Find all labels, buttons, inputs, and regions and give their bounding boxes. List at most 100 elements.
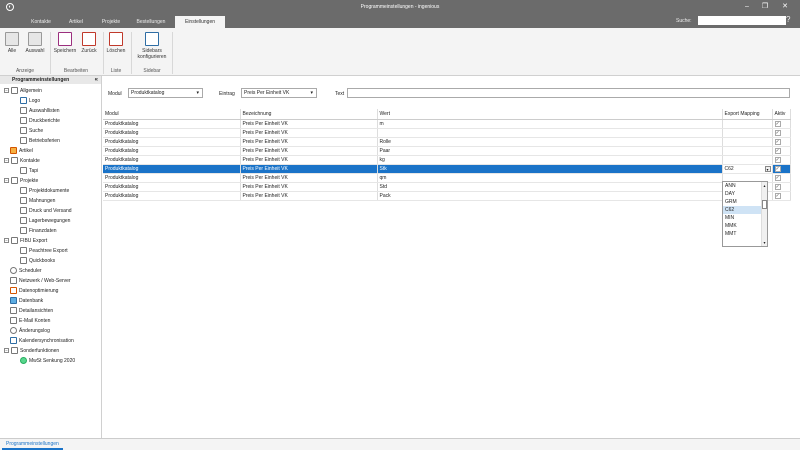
alle-button[interactable]: Alle	[4, 32, 20, 54]
sidebar-item-detailansichten[interactable]: Detailansichten	[10, 306, 53, 316]
sidebar-item-email-konten[interactable]: E-Mail Konten	[10, 316, 50, 326]
aktiv-checkbox[interactable]: ✓	[774, 138, 781, 145]
maximize-icon[interactable]: ❐	[760, 3, 770, 11]
column-header-bezeichnung[interactable]: Bezeichnung	[240, 109, 378, 120]
export-mapping-editor[interactable]: C62 ▾	[722, 164, 773, 174]
eintrag-label: Eintrag	[219, 91, 235, 97]
table-row[interactable]: Produktkatalog Preis Per Einheit VK Pack ✓	[103, 191, 791, 201]
sidebar-item-druckberichte[interactable]: Druckberichte	[20, 116, 60, 126]
tab-einstellungen[interactable]: Einstellungen	[175, 16, 225, 28]
sidebar-item-kontakte[interactable]: − Kontakte	[4, 156, 40, 166]
sidebar-item-druck-und-versand[interactable]: Druck und Versand	[20, 206, 72, 216]
sidebar-header: Programmeinstellungen «	[0, 76, 101, 84]
collapse-node-icon[interactable]: −	[4, 178, 9, 184]
sidebar-item-fibu-export[interactable]: − FIBU Export	[4, 236, 47, 246]
sidebar-item-datenoptimierung[interactable]: Datenoptimierung	[10, 286, 58, 296]
table-row[interactable]: Produktkatalog Preis Per Einheit VK Rolle ✓	[103, 137, 791, 147]
sidebar-item-datenbank[interactable]: Datenbank	[10, 296, 43, 306]
sidebar-item-scheduler[interactable]: Scheduler	[10, 266, 42, 276]
sidebar-item-betriebsferien[interactable]: Betriebsferien	[20, 136, 60, 146]
loeschen-button[interactable]: Löschen	[106, 32, 126, 54]
text-filter-input[interactable]	[347, 88, 790, 98]
aktiv-checkbox[interactable]: ✓	[774, 174, 781, 181]
aktiv-checkbox[interactable]: ✓	[774, 120, 781, 127]
speichern-button[interactable]: Speichern	[53, 32, 77, 54]
phone-icon	[20, 167, 27, 175]
chevron-down-icon[interactable]: ▾	[764, 165, 771, 172]
sidebar-item-kalendersynchronisation[interactable]: Kalendersynchronisation	[10, 336, 74, 346]
table-row[interactable]: Produktkatalog Preis Per Einheit VK m ✓	[103, 119, 791, 129]
database-icon	[10, 297, 17, 305]
tab-projekte[interactable]: Projekte	[97, 16, 125, 28]
loeschen-label: Löschen	[106, 48, 126, 54]
sidebar-item-artikel[interactable]: Artikel	[10, 146, 33, 156]
group-liste: Liste	[110, 68, 122, 74]
settings-grid: Modul Bezeichnung Wert Export Mapping Ak…	[103, 109, 791, 201]
scroll-up-icon[interactable]: ▴	[762, 182, 767, 189]
table-row[interactable]: Produktkatalog Preis Per Einheit VK qm ✓	[103, 173, 791, 183]
collapse-sidebar-icon[interactable]: «	[95, 76, 98, 84]
tab-kontakte[interactable]: Kontakte	[25, 16, 57, 28]
sidebar-item-logo[interactable]: Logo	[20, 96, 40, 106]
aktiv-checkbox[interactable]: ✓	[774, 183, 781, 190]
image-icon	[20, 97, 27, 105]
tab-artikel[interactable]: Artikel	[64, 16, 88, 28]
sidebar-item-auswahllisten[interactable]: Auswahllisten	[20, 106, 60, 116]
dropdown-scrollbar[interactable]: ▴ ▾	[761, 182, 767, 246]
export-mapping-dropdown[interactable]: ANN DAY GRM C62 MIN MMK MMT ▴ ▾	[722, 181, 768, 247]
search-input[interactable]	[698, 16, 786, 25]
auswahl-button[interactable]: Auswahl	[24, 32, 46, 54]
zurueck-button[interactable]: Zurück	[79, 32, 99, 54]
scroll-down-icon[interactable]: ▾	[762, 239, 767, 246]
collapse-node-icon[interactable]: −	[4, 348, 9, 354]
binoculars-icon	[20, 127, 27, 135]
sidebar-item-sonderfunktionen[interactable]: − Sonderfunktionen	[4, 346, 59, 356]
aktiv-checkbox[interactable]: ✓	[774, 192, 781, 199]
column-header-aktiv[interactable]: Aktiv	[772, 109, 791, 120]
table-row[interactable]: Produktkatalog Preis Per Einheit VK ✓	[103, 128, 791, 138]
aktiv-checkbox[interactable]: ✓	[774, 129, 781, 136]
open-tab-programmeinstellungen[interactable]: Programmeinstellungen	[2, 439, 63, 450]
column-header-modul[interactable]: Modul	[103, 109, 241, 120]
tax-icon	[20, 357, 27, 365]
sidebar-item-mahnungen[interactable]: Mahnungen	[20, 196, 55, 206]
search-label: Suche:	[676, 18, 692, 24]
sidebar-title: Programmeinstellungen	[12, 77, 70, 83]
minimize-icon[interactable]: –	[742, 3, 752, 11]
close-icon[interactable]: ✕	[780, 3, 790, 11]
sidebar-item-tapi[interactable]: Tapi	[20, 166, 38, 176]
sidebar-item-projektdokumente[interactable]: Projektdokumente	[20, 186, 69, 196]
collapse-node-icon[interactable]: −	[4, 238, 9, 244]
sidebar-item-peachtree-export[interactable]: Peachtree Export	[20, 246, 68, 256]
column-header-wert[interactable]: Wert	[377, 109, 723, 120]
sidebar-item-mwst-senkung-2020[interactable]: MwSt Senkung 2020	[20, 356, 75, 366]
eintrag-select[interactable]: Preis Per Einheit VK ▾	[241, 88, 317, 98]
help-icon[interactable]: ?	[786, 15, 790, 24]
collapse-node-icon[interactable]: −	[4, 88, 9, 94]
scrollbar-thumb[interactable]	[762, 200, 767, 209]
aktiv-checkbox[interactable]: ✓	[774, 165, 781, 172]
clock-icon	[10, 267, 17, 275]
sidebar-item-suche[interactable]: Suche	[20, 126, 43, 136]
table-row[interactable]: Produktkatalog Preis Per Einheit VK kg ✓	[103, 155, 791, 165]
sidebars-konfigurieren-button[interactable]: Sidebars konfigurieren	[136, 32, 168, 60]
sidebar-item-finanzdaten[interactable]: Finanzdaten	[20, 226, 57, 236]
auswahl-label: Auswahl	[25, 48, 45, 54]
optimize-icon	[10, 287, 17, 295]
sidebar-item-netzwerk[interactable]: Netzwerk / Web-Server	[10, 276, 71, 286]
sidebar-item-allgemein[interactable]: − Allgemein	[4, 86, 42, 96]
speichern-label: Speichern	[53, 48, 77, 54]
sidebar-item-lagerbewegungen[interactable]: Lagerbewegungen	[20, 216, 70, 226]
table-row-selected[interactable]: Produktkatalog Preis Per Einheit VK Stk C62…	[103, 164, 791, 174]
aktiv-checkbox[interactable]: ✓	[774, 156, 781, 163]
aktiv-checkbox[interactable]: ✓	[774, 147, 781, 154]
modul-select[interactable]: Produktkatalog ▾	[128, 88, 203, 98]
sidebar-item-aenderungslog[interactable]: Änderungslog	[10, 326, 50, 336]
sidebar-item-quickbooks[interactable]: Quickbooks	[20, 256, 55, 266]
column-header-export-mapping[interactable]: Export Mapping	[722, 109, 773, 120]
collapse-node-icon[interactable]: −	[4, 158, 9, 164]
table-row[interactable]: Produktkatalog Preis Per Einheit VK Paar ✓	[103, 146, 791, 156]
table-row[interactable]: Produktkatalog Preis Per Einheit VK Std ✓	[103, 182, 791, 192]
tab-bestellungen[interactable]: Bestellungen	[131, 16, 171, 28]
sidebar-item-projekte[interactable]: − Projekte	[4, 176, 38, 186]
